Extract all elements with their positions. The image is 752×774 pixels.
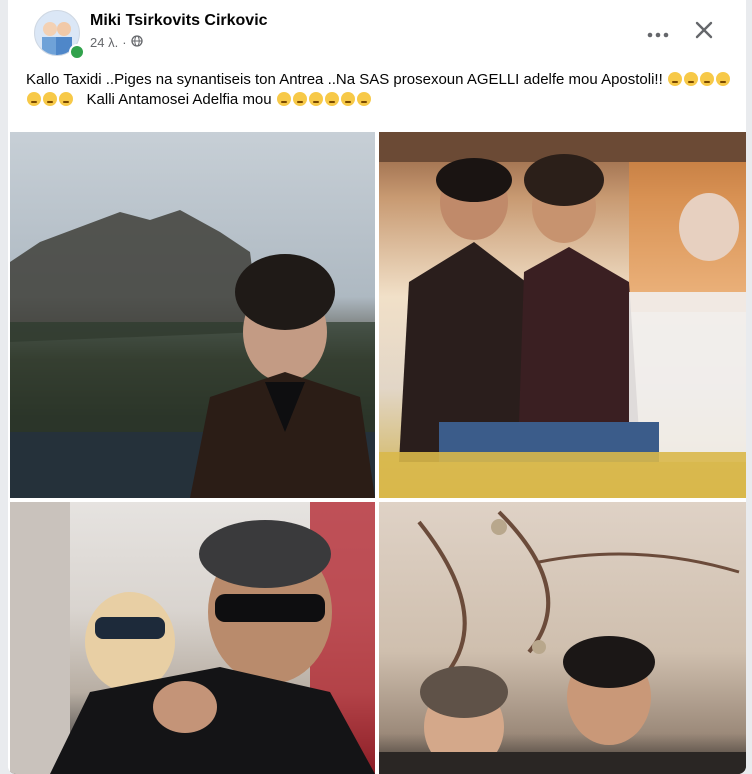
crying-face-emoji [43, 92, 57, 106]
post-header: Miki Tsirkovits Cirkovic 24 λ. · [8, 0, 746, 64]
emoji-group-2 [276, 91, 372, 108]
crying-face-emoji [667, 72, 682, 86]
photo-man-curly-hair-castle[interactable] [10, 132, 375, 498]
crying-face-emoji [27, 92, 41, 106]
crying-face-emoji [699, 72, 714, 86]
crying-face-emoji [324, 92, 339, 106]
more-options-button[interactable] [640, 16, 676, 52]
online-status-indicator [69, 44, 85, 60]
post-timestamp[interactable]: 24 λ. [90, 35, 118, 50]
crying-face-emoji [356, 92, 371, 106]
more-options-icon [647, 25, 669, 43]
facebook-post-card: Miki Tsirkovits Cirkovic 24 λ. · Kallo T… [8, 0, 746, 774]
post-meta: 24 λ. · [90, 35, 143, 50]
crying-face-emoji [59, 92, 73, 106]
globe-icon[interactable] [130, 35, 143, 50]
author-name[interactable]: Miki Tsirkovits Cirkovic [90, 12, 268, 30]
crying-face-emoji [292, 92, 307, 106]
photo-man-sunglasses-pointing[interactable] [10, 502, 375, 774]
post-text-part1: Kallo Taxidi ..Piges na synantiseis ton … [26, 71, 663, 88]
photo-grid [8, 130, 746, 774]
crying-face-emoji [715, 72, 730, 86]
meta-separator: · [122, 35, 127, 50]
close-button[interactable] [686, 14, 722, 50]
crying-face-emoji [276, 92, 291, 106]
photo-two-men-at-table[interactable] [379, 132, 746, 498]
post-text: Kallo Taxidi ..Piges na synantiseis ton … [26, 70, 734, 110]
crying-face-emoji [683, 72, 698, 86]
post-text-part2: Kalli Antamosei Adelfia mou [86, 91, 272, 108]
close-icon [694, 20, 714, 45]
crying-face-emoji [308, 92, 323, 106]
photo-two-men-vintage[interactable] [379, 502, 746, 774]
crying-face-emoji [340, 92, 355, 106]
